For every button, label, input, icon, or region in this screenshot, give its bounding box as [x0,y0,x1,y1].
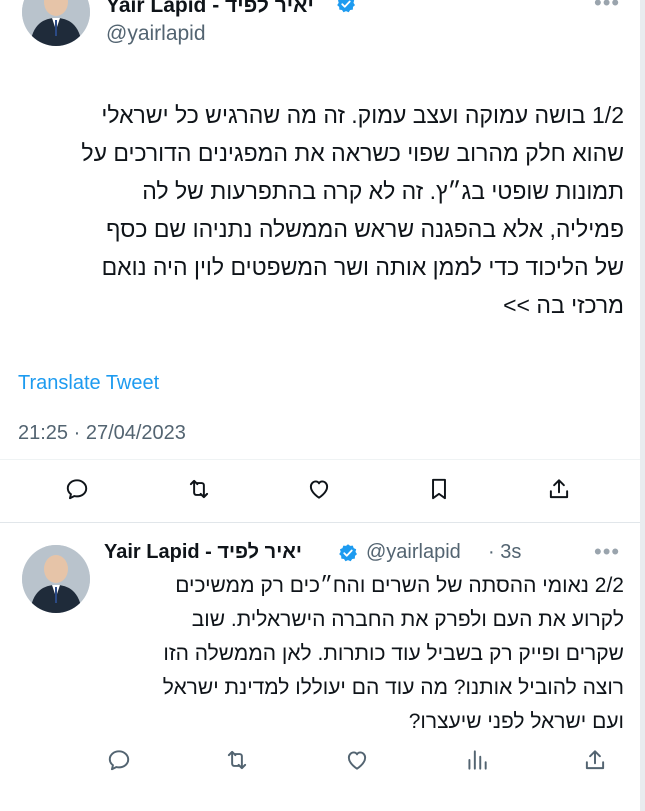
tweet-1: Yair Lapid - יאיר לפיד @yairlapid ••• 1/… [0,0,640,522]
retweet-icon[interactable] [222,745,252,775]
text-line: ועם ישראל לפני שיעצרו? [408,710,624,733]
verified-badge-icon [336,0,356,14]
like-icon[interactable] [342,745,372,775]
avatar[interactable] [22,545,90,613]
share-icon[interactable] [580,745,610,775]
text-line: 1/2 בושה עמוקה ועצב עמוק. זה מה שהרגיש כ… [101,102,624,128]
tweet-text: 1/2 בושה עמוקה ועצב עמוק. זה מה שהרגיש כ… [18,96,624,324]
more-dots-icon[interactable]: ••• [594,539,620,565]
text-line: פמיליה, אלא בהפגנה שראש הממשלה נתניהו שם… [106,216,624,242]
text-line: מרכזי בה >> [503,292,624,318]
share-icon[interactable] [544,474,574,504]
tweet-timestamp[interactable]: 21:25 · 27/04/2023 [18,422,186,445]
scrollbar[interactable] [640,0,645,811]
divider [0,459,640,460]
text-line: 2/2 נאומי ההסתה של השרים והח״כים רק ממשי… [175,574,624,597]
author-name[interactable]: Yair Lapid - יאיר לפיד [104,541,302,564]
avatar-photo [22,545,90,613]
views-icon[interactable] [462,745,492,775]
more-dots-icon[interactable]: ••• [594,0,620,16]
time-ago[interactable]: · 3s [488,541,521,564]
text-line: של הליכוד כדי לממן אותה ושר המשפטים לוין… [101,254,624,280]
text-line: שקרים ופייק רק בשביל עוד כותרות. לאן הממ… [163,642,624,665]
retweet-icon[interactable] [184,474,214,504]
like-icon[interactable] [304,474,334,504]
reply-icon[interactable] [62,474,92,504]
text-line: רוצה להוביל אותנו? מה עוד הם יעוללו למדי… [162,676,624,699]
author-name[interactable]: Yair Lapid - יאיר לפיד [106,0,314,18]
bookmark-icon[interactable] [424,474,454,504]
text-line: תמונות שופטי בג״ץ. זה לא קרה בהתפרעות של… [142,178,624,204]
tweet-text: 2/2 נאומי ההסתה של השרים והח״כים רק ממשי… [100,569,624,739]
tweet-2: Yair Lapid - יאיר לפיד @yairlapid · 3s •… [0,523,640,811]
avatar[interactable] [22,0,90,46]
text-line: לקרוע את העם ולפרק את החברה הישראלית. שו… [191,608,624,631]
reply-icon[interactable] [104,745,134,775]
text-line: שהוא חלק מהרוב שפוי כשראה את המפגינים הד… [81,140,624,166]
author-handle[interactable]: @yairlapid [366,541,461,564]
translate-tweet-link[interactable]: Translate Tweet [18,372,159,395]
author-handle[interactable]: @yairlapid [106,22,206,46]
verified-badge-icon [338,543,358,563]
avatar-photo [22,0,90,46]
